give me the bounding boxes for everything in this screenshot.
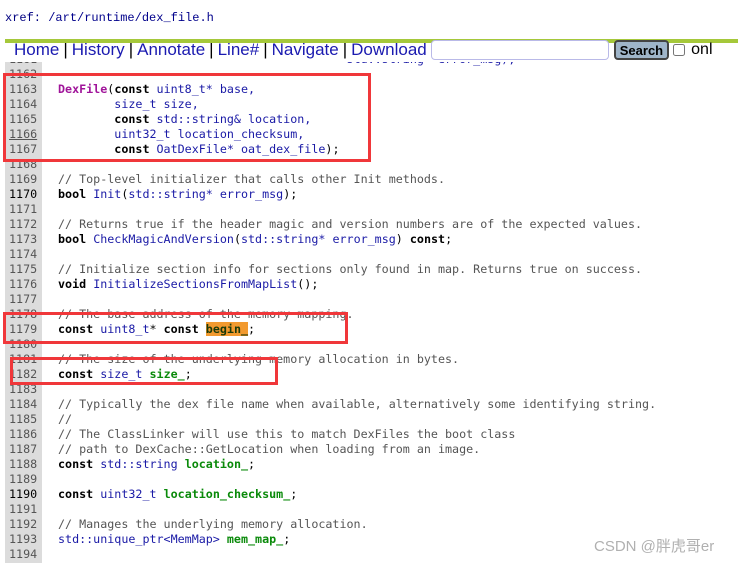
code-text: const uint32_t location_checksum_; xyxy=(58,487,297,502)
search-input[interactable] xyxy=(430,40,609,60)
line-number[interactable]: 1185 xyxy=(9,412,37,427)
code-token[interactable]: location_ xyxy=(185,457,248,471)
line-number[interactable]: 1193 xyxy=(9,532,37,547)
line-number[interactable]: 1171 xyxy=(9,202,37,217)
code-token: ) xyxy=(395,232,410,246)
line-number[interactable]: 1169 xyxy=(9,172,37,187)
code-text: // Returns true if the header magic and … xyxy=(58,217,642,232)
code-text: // Manages the underlying memory allocat… xyxy=(58,517,368,532)
code-text: bool CheckMagicAndVersion(std::string* e… xyxy=(58,232,452,247)
separator: | xyxy=(63,40,68,59)
nav-download[interactable]: Download xyxy=(351,40,427,60)
code-token: ); xyxy=(283,187,298,201)
line-number[interactable]: 1191 xyxy=(9,502,37,517)
separator: | xyxy=(342,40,348,59)
line-number[interactable]: 1175 xyxy=(9,262,37,277)
line-number[interactable]: 1186 xyxy=(9,427,37,442)
code-text: // Typically the dex file name when avai… xyxy=(58,397,656,412)
annotation-box-constructor xyxy=(3,73,371,162)
annotation-box-begin xyxy=(3,312,348,344)
line-number[interactable]: 1187 xyxy=(9,442,37,457)
code-token: uint32_t xyxy=(93,487,157,501)
code-text: std::string* error_msg); xyxy=(58,62,515,67)
code-token: // path to DexCache::GetLocation when lo… xyxy=(58,442,481,456)
code-token: ; xyxy=(290,487,298,501)
nav-home[interactable]: Home xyxy=(14,40,59,60)
nav-annotate[interactable]: Annotate xyxy=(137,40,205,60)
file-path[interactable]: /art/runtime/dex_file.h xyxy=(48,11,214,25)
code-token: // Returns true if the header magic and … xyxy=(58,217,643,231)
code-token[interactable]: InitializeSectionsFromMapList xyxy=(86,277,297,291)
code-token: (); xyxy=(297,277,319,291)
code-token: const xyxy=(58,487,94,501)
code-token: std::string* error_msg xyxy=(128,187,284,201)
code-token: bool xyxy=(58,187,87,201)
separator: | xyxy=(128,40,134,59)
breadcrumb: xref: /art/runtime/dex_file.h xyxy=(5,11,214,25)
code-token: const xyxy=(58,457,94,471)
code-token: const xyxy=(409,232,446,246)
code-token: // Top-level initializer that calls othe… xyxy=(58,172,446,186)
only-checkbox[interactable] xyxy=(673,44,686,56)
code-token: void xyxy=(58,277,87,291)
code-text: bool Init(std::string* error_msg); xyxy=(58,187,297,202)
code-token[interactable]: mem_map_ xyxy=(227,532,283,546)
code-token: ( xyxy=(233,232,241,246)
xref-label: xref: xyxy=(5,11,42,25)
code-token[interactable]: Init xyxy=(86,187,121,201)
code-token: // Manages the underlying memory allocat… xyxy=(58,517,368,531)
separator: | xyxy=(263,40,268,59)
nav-navigate[interactable]: Navigate xyxy=(272,40,339,60)
code-text: // path to DexCache::GetLocation when lo… xyxy=(58,442,480,457)
nav-line-numbers[interactable]: Line# xyxy=(218,40,260,60)
annotation-box-size xyxy=(10,357,278,385)
code-view: 1161 std::string* error_msg);11621163Dex… xyxy=(0,62,738,563)
code-token: std::string* error_msg xyxy=(240,232,396,246)
code-token: // xyxy=(58,412,73,426)
code-text: // Top-level initializer that calls othe… xyxy=(58,172,445,187)
code-token[interactable]: location_checksum_ xyxy=(164,487,291,501)
line-number[interactable]: 1188 xyxy=(9,457,37,472)
only-label: onl xyxy=(691,41,713,58)
line-number[interactable]: 1170 xyxy=(9,187,37,202)
code-text: // Initialize section info for sections … xyxy=(58,262,642,277)
search-button[interactable]: Search xyxy=(613,40,670,60)
line-number[interactable]: 1177 xyxy=(9,292,37,307)
code-token: // The ClassLinker will use this to matc… xyxy=(58,427,516,441)
nav-bar: Home | History | Annotate | Line# | Navigate… xyxy=(14,38,713,62)
line-number[interactable]: 1184 xyxy=(9,397,37,412)
code-text: std::unique_ptr<MemMap> mem_map_; xyxy=(58,532,290,547)
line-number[interactable]: 1194 xyxy=(9,547,37,562)
code-token: bool xyxy=(58,232,87,246)
code-text: // The ClassLinker will use this to matc… xyxy=(58,427,515,442)
code-token: std::string xyxy=(93,457,178,471)
code-text: const std::string location_; xyxy=(58,457,255,472)
code-token: ; xyxy=(248,457,256,471)
line-number[interactable]: 1173 xyxy=(9,232,37,247)
line-number[interactable]: 1192 xyxy=(9,517,37,532)
line-number[interactable]: 1190 xyxy=(9,487,37,502)
code-token[interactable]: CheckMagicAndVersion xyxy=(86,232,234,246)
code-token: // Initialize section info for sections … xyxy=(58,262,643,276)
line-number[interactable]: 1172 xyxy=(9,217,37,232)
nav-history[interactable]: History xyxy=(72,40,125,60)
code-token: // Typically the dex file name when avai… xyxy=(58,397,657,411)
code-text: void InitializeSectionsFromMapList(); xyxy=(58,277,318,292)
watermark: CSDN @胖虎哥er xyxy=(594,538,715,555)
separator: | xyxy=(209,40,214,59)
code-token: std::unique_ptr<MemMap> xyxy=(58,532,220,546)
line-number[interactable]: 1174 xyxy=(9,247,37,262)
line-number[interactable]: 1189 xyxy=(9,472,37,487)
code-token: std::string* error_msg); xyxy=(58,62,515,66)
line-number[interactable]: 1176 xyxy=(9,277,37,292)
code-text: // xyxy=(58,412,72,427)
code-token: ; xyxy=(283,532,291,546)
code-token: ; xyxy=(445,232,453,246)
